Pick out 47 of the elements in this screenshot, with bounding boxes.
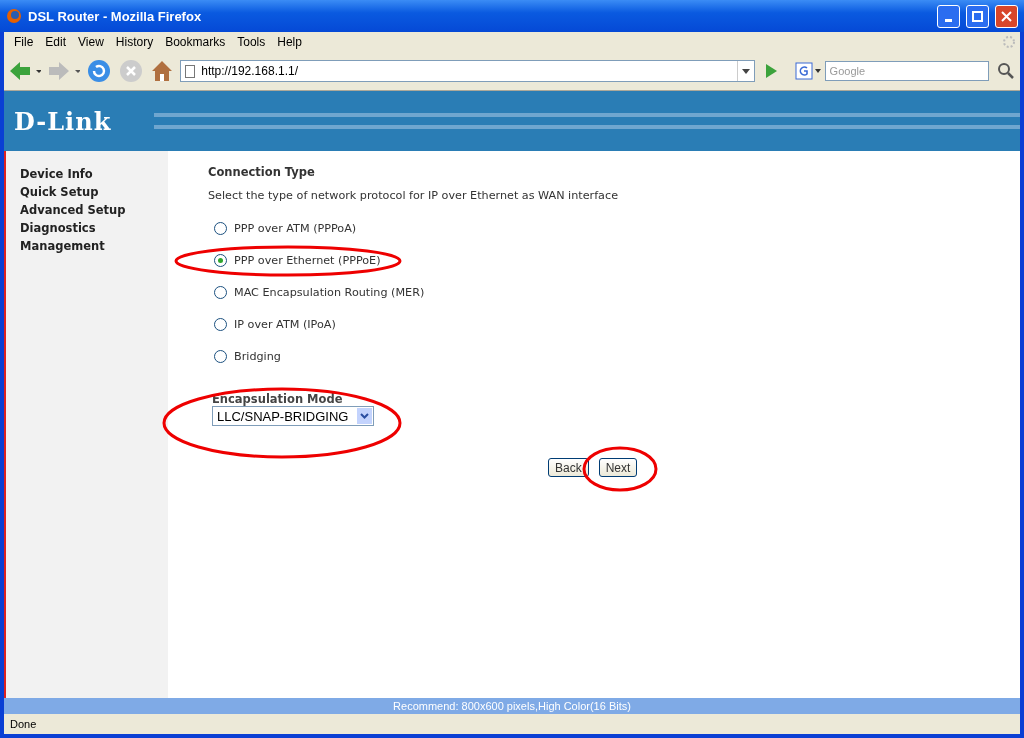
minimize-icon [945, 18, 952, 22]
radio-button[interactable] [214, 317, 227, 331]
radio-button[interactable] [214, 285, 227, 299]
close-icon [1001, 10, 1012, 22]
maximize-button[interactable] [966, 4, 989, 28]
close-button[interactable] [995, 4, 1018, 28]
nav-button[interactable]: Next [598, 458, 638, 477]
logo: D-Link [14, 106, 112, 136]
menu-item[interactable]: History [109, 35, 160, 49]
nav-button[interactable]: Back [548, 458, 589, 477]
menu-item[interactable]: Edit [39, 35, 73, 49]
maximize-icon [972, 10, 983, 22]
search-engine-icon[interactable] [794, 62, 823, 80]
menu-item[interactable]: View [72, 35, 110, 49]
sidebar-link[interactable]: Diagnostics [20, 219, 168, 237]
window-title: DSL Router - Mozilla Firefox [28, 8, 203, 24]
instruction-text: Select the type of network protocol for IP over Ethernet as WAN interface [208, 189, 619, 202]
minimize-button[interactable] [937, 4, 960, 28]
throbber-icon [1002, 35, 1016, 49]
address-field[interactable]: http://192.168.1.1/ [180, 60, 756, 82]
sidebar-link[interactable]: Quick Setup [20, 183, 168, 201]
dropdown-icon [357, 408, 372, 424]
menu-item[interactable]: Help [271, 35, 308, 49]
back-icon[interactable] [8, 59, 42, 83]
field-label: Encapsulation Mode [212, 392, 344, 406]
page-icon [185, 64, 196, 78]
menu-item[interactable]: Bookmarks [159, 35, 232, 49]
search-field[interactable]: Google [824, 61, 989, 81]
menu-item[interactable]: File [8, 35, 40, 49]
option-label: Bridging [234, 349, 281, 363]
firefox-logo-icon [6, 8, 22, 24]
menu-item[interactable]: Tools [231, 35, 272, 49]
option-label: MAC Encapsulation Routing (MER) [234, 285, 425, 299]
sidebar-link[interactable]: Advanced Setup [20, 201, 168, 219]
option-label: PPP over Ethernet (PPPoE) [234, 253, 381, 267]
radio-button[interactable] [214, 221, 227, 235]
reload-icon[interactable] [86, 58, 112, 84]
sidebar-link[interactable]: Device Info [20, 165, 168, 183]
radio-button[interactable] [214, 349, 227, 363]
radio-button[interactable] [214, 253, 227, 267]
section-title: Connection Type [208, 165, 316, 179]
status-text: Done [10, 718, 37, 730]
encapsulation-select[interactable]: LLC/SNAP-BRIDGING [212, 406, 374, 426]
option-label: IP over ATM (IPoA) [234, 317, 336, 331]
sidebar-link[interactable]: Management [20, 237, 168, 255]
option-label: PPP over ATM (PPPoA) [234, 221, 357, 235]
footer-text: Recommend: 800x600 pixels,High Color(16 Bits) [393, 700, 631, 712]
